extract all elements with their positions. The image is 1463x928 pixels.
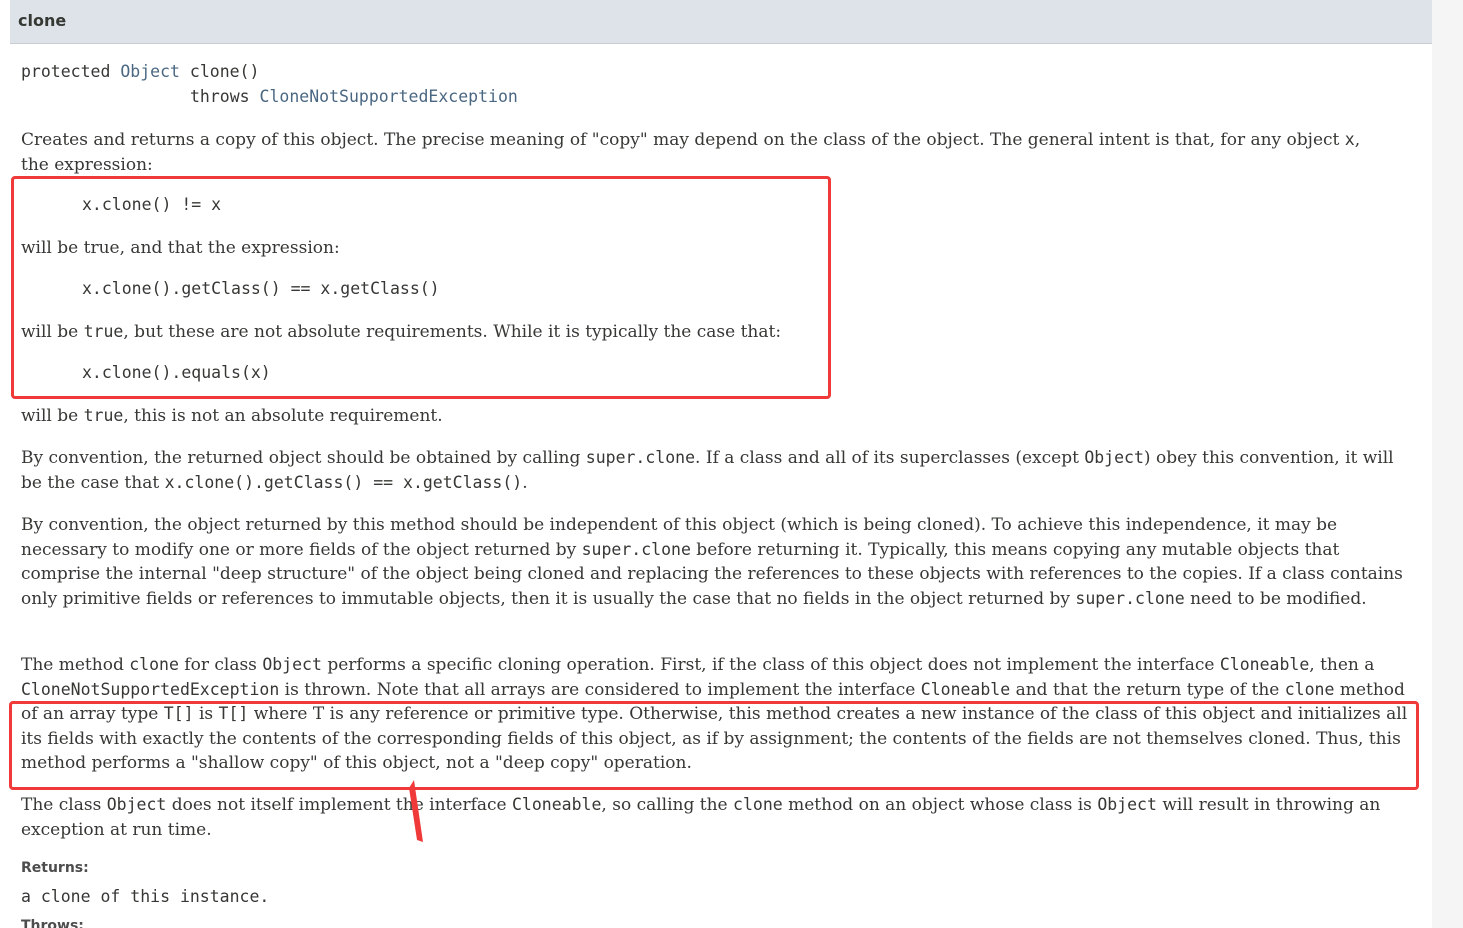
para5-c2: Object (1084, 448, 1144, 467)
throws-label: Throws: (21, 918, 84, 928)
para5-t1: By convention, the returned object shoul… (21, 448, 586, 468)
para8-t4: method on an object whose class is (782, 795, 1098, 815)
highlight-box-2 (9, 701, 1419, 790)
para1-line2: the expression: (21, 154, 153, 175)
scrollbar-track[interactable] (1432, 0, 1463, 928)
para7-c1: clone (129, 655, 179, 674)
method-signature: protected Object clone() (21, 62, 259, 81)
method-throws-clause: throws CloneNotSupportedException (190, 87, 518, 106)
para7-t1: The method (21, 655, 130, 675)
signature-throws: throws (190, 87, 250, 106)
para4-post: , this is not an absolute requirement. (123, 406, 443, 426)
para7-c3: Cloneable (1219, 655, 1310, 674)
description-paragraph-5: By convention, the returned object shoul… (21, 446, 1413, 495)
description-paragraph-4: will be true, this is not an absolute re… (21, 404, 1413, 429)
para8-t2: does not itself implement the interface (166, 795, 512, 815)
para1-end: , (1354, 130, 1361, 150)
para8-c2: Cloneable (512, 795, 602, 814)
para5-t2: . If a class and all of its superclasses… (695, 448, 1085, 468)
signature-method: clone() (189, 62, 260, 81)
para7-c5: Cloneable (920, 679, 1011, 699)
para5-t4: . (522, 472, 528, 493)
annotation-arrow-icon (409, 780, 423, 842)
para6-t3: need to be modified. (1184, 588, 1367, 609)
para8-c1: Object (106, 795, 167, 814)
description-paragraph-1: Creates and returns a copy of this objec… (21, 128, 1413, 177)
returns-label: Returns: (21, 860, 89, 876)
method-title: clone (18, 11, 67, 30)
para1-code: x (1344, 130, 1355, 149)
para8-c4: Object (1097, 795, 1157, 814)
para6-c1: super.clone (581, 539, 691, 559)
para8-t3: , so calling the (601, 795, 734, 815)
exception-link[interactable]: CloneNotSupportedException (260, 87, 518, 106)
method-header: clone (10, 0, 1432, 44)
object-type-link[interactable]: Object (120, 62, 180, 81)
signature-modifier: protected (21, 62, 111, 81)
para8-c3: clone (733, 795, 783, 814)
para5-c1: super.clone (585, 448, 696, 467)
para7-t5: is thrown. Note that all arrays are cons… (279, 679, 921, 700)
javadoc-page: clone protected Object clone() throws Cl… (0, 0, 1463, 928)
para8-t1: The class (21, 795, 107, 815)
returns-value: a clone of this instance. (21, 887, 270, 906)
para7-t4: , then a (1309, 655, 1375, 675)
highlight-box-1 (11, 176, 831, 399)
description-paragraph-6: By convention, the object returned by th… (21, 513, 1413, 611)
para7-c6: clone (1284, 679, 1335, 699)
para7-t6: and that the return type of the (1010, 679, 1285, 700)
para7-c4: CloneNotSupportedException (21, 679, 280, 699)
para5-c3: x.clone().getClass() == x.getClass() (164, 472, 523, 492)
para4-code: true (83, 406, 124, 425)
para7-t2: for class (178, 655, 263, 675)
para7-t3: performs a specific cloning operation. F… (321, 655, 1220, 675)
para6-c2: super.clone (1075, 588, 1185, 608)
para4-pre: will be (21, 406, 84, 426)
para1-text: Creates and returns a copy of this objec… (21, 130, 1345, 150)
description-paragraph-8: The class Object does not itself impleme… (21, 793, 1413, 842)
para7-c2: Object (262, 655, 322, 674)
